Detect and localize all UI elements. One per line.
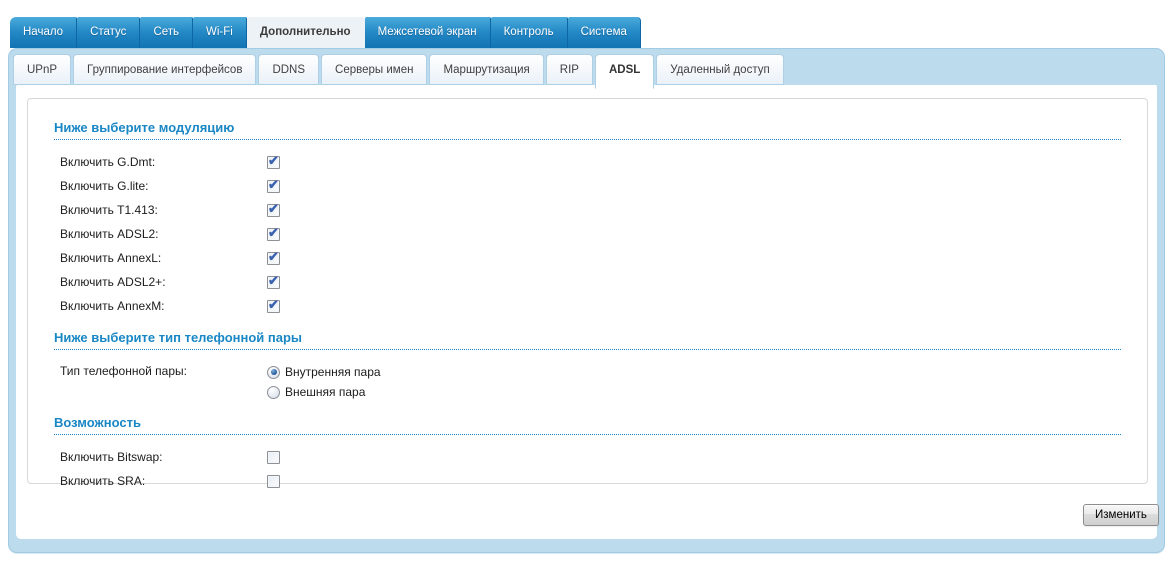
sra-checkbox[interactable]: ✔ [267,474,280,488]
subtab-remote-access[interactable]: Удаленный доступ [656,54,784,85]
capability-rows: Включить Bitswap: ✔ Включить SRA: ✔ [60,445,1121,493]
tab-advanced[interactable]: Дополнительно [246,17,365,48]
annexl-checkbox[interactable]: ✔ [267,248,280,265]
annexl-label: Включить AnnexL: [60,251,162,265]
router-admin-page: Начало Статус Сеть Wi-Fi Дополнительно М… [0,0,1176,564]
adsl2-label: Включить ADSL2: [60,227,159,241]
tab-home[interactable]: Начало [10,17,78,48]
check-icon: ✔ [268,152,279,168]
check-icon: ✔ [268,272,279,288]
apply-button[interactable]: Изменить [1083,504,1159,526]
adsl-form: Ниже выберите модуляцию Включить G.Dmt: … [27,98,1148,488]
subtab-name-servers[interactable]: Серверы имен [321,54,428,85]
main-nav: Начало Статус Сеть Wi-Fi Дополнительно М… [10,17,641,48]
row-adsl2plus: Включить ADSL2+: ✔ [60,270,1121,294]
annexm-checkbox[interactable]: ✔ [267,296,280,313]
gdmt-label: Включить G.Dmt: [60,155,156,169]
adsl-settings-panel: Ниже выберите модуляцию Включить G.Dmt: … [16,85,1157,539]
t1413-label: Включить T1.413: [60,203,158,217]
glite-label: Включить G.lite: [60,179,149,193]
tab-system[interactable]: Система [567,17,641,48]
modulation-section-title: Ниже выберите модуляцию [54,120,1121,140]
check-icon: ✔ [268,200,279,216]
external-pair-label: Внешняя пара [285,385,366,399]
internal-pair-label: Внутренняя пара [285,365,381,379]
row-t1413: Включить T1.413: ✔ [60,198,1121,222]
row-adsl2: Включить ADSL2: ✔ [60,222,1121,246]
capability-section-title: Возможность [54,415,1121,435]
phone-pair-options: Внутренняя пара Внешняя пара [267,362,381,402]
advanced-sub-nav: UPnP Группирование интерфейсов DDNS Серв… [13,54,786,89]
content-frame: UPnP Группирование интерфейсов DDNS Серв… [8,48,1165,553]
tab-network[interactable]: Сеть [140,17,194,48]
glite-checkbox[interactable]: ✔ [267,176,280,193]
tab-control[interactable]: Контроль [490,17,568,48]
bitswap-checkbox[interactable]: ✔ [267,450,280,464]
row-sra: Включить SRA: ✔ [60,469,1121,493]
subtab-rip[interactable]: RIP [545,54,593,85]
check-icon: ✔ [268,248,279,264]
bitswap-label: Включить Bitswap: [60,450,163,464]
tab-firewall[interactable]: Межсетевой экран [364,17,491,48]
check-icon: ✔ [268,224,279,240]
tab-wifi[interactable]: Wi-Fi [193,17,247,48]
row-gdmt: Включить G.Dmt: ✔ [60,150,1121,174]
annexm-label: Включить AnnexM: [60,299,165,313]
row-annexl: Включить AnnexL: ✔ [60,246,1121,270]
subtab-interface-grouping[interactable]: Группирование интерфейсов [73,54,257,85]
subtab-adsl[interactable]: ADSL [594,54,655,89]
internal-pair-radio[interactable] [267,365,280,379]
external-pair-radio[interactable] [267,385,280,399]
phone-pair-section-title: Ниже выберите тип телефонной пары [54,330,1121,350]
gdmt-checkbox[interactable]: ✔ [267,152,280,169]
tab-status[interactable]: Статус [77,17,141,48]
subtab-routing[interactable]: Маршрутизация [429,54,544,85]
subtab-ddns[interactable]: DDNS [258,54,320,85]
row-glite: Включить G.lite: ✔ [60,174,1121,198]
check-icon: ✔ [268,176,279,192]
row-annexm: Включить AnnexM: ✔ [60,294,1121,318]
option-internal-pair: Внутренняя пара [267,362,381,382]
adsl2plus-checkbox[interactable]: ✔ [267,272,280,289]
adsl2-checkbox[interactable]: ✔ [267,224,280,241]
phone-pair-row: Тип телефонной пары: Внутренняя пара Вне… [60,362,1121,402]
phone-pair-label: Тип телефонной пары: [60,364,187,378]
sra-label: Включить SRA: [60,474,146,488]
subtab-upnp[interactable]: UPnP [13,54,72,85]
check-icon: ✔ [268,296,279,312]
option-external-pair: Внешняя пара [267,382,381,402]
modulation-rows: Включить G.Dmt: ✔ Включить G.lite: ✔ Вкл… [60,150,1121,318]
row-bitswap: Включить Bitswap: ✔ [60,445,1121,469]
t1413-checkbox[interactable]: ✔ [267,200,280,217]
adsl2plus-label: Включить ADSL2+: [60,275,166,289]
